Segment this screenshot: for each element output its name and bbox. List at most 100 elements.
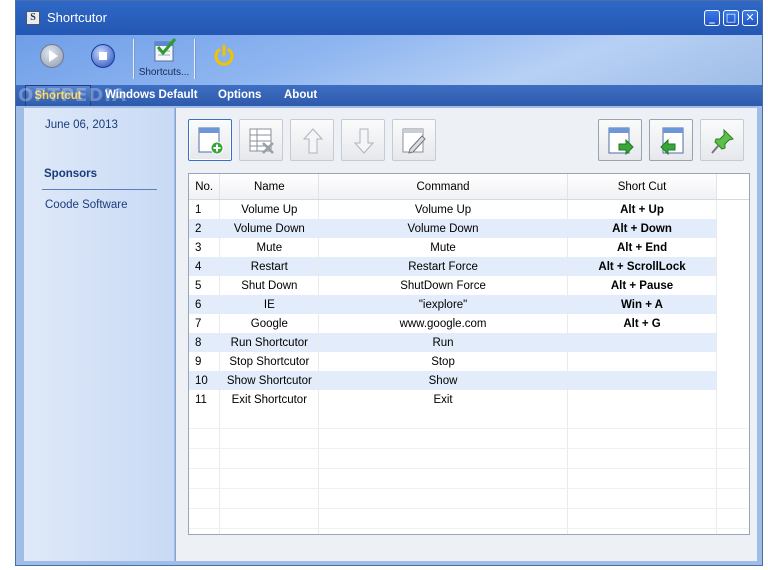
cell-shortcut [567, 352, 718, 371]
stop-button[interactable] [91, 44, 115, 68]
cell-name: Exit Shortcutor [219, 390, 320, 409]
cell-name: Shut Down [219, 276, 320, 295]
import-button[interactable] [649, 119, 693, 161]
empty-cell [189, 528, 221, 534]
move-up-icon [302, 128, 324, 154]
empty-cell [318, 488, 568, 509]
power-icon[interactable] [211, 43, 237, 69]
edit-icon [402, 128, 426, 154]
empty-cell [716, 409, 749, 429]
cell-shortcut: Alt + G [567, 314, 718, 333]
cell-name: Volume Up [219, 199, 320, 219]
cell-shortcut [567, 333, 718, 352]
empty-cell [567, 528, 718, 534]
add-shortcut-button[interactable] [188, 119, 232, 161]
cell-no: 2 [189, 219, 221, 238]
cell-filler [716, 352, 749, 371]
shortcuts-button[interactable]: Shortcuts... [136, 37, 192, 81]
cell-command: Run [318, 333, 568, 352]
empty-cell [567, 508, 718, 529]
cell-name: Run Shortcutor [219, 333, 320, 352]
delete-shortcut-button[interactable] [239, 119, 283, 161]
export-icon [608, 127, 634, 155]
table-row[interactable]: 3 Mute Mute Alt + End [189, 238, 749, 257]
empty-cell [716, 528, 749, 534]
column-header-no[interactable]: No. [189, 174, 221, 200]
empty-cell [219, 508, 320, 529]
cell-filler [716, 276, 749, 295]
move-down-button[interactable] [341, 119, 385, 161]
close-button[interactable]: ✕ [742, 10, 758, 26]
cell-command: Show [318, 371, 568, 390]
cell-filler [716, 333, 749, 352]
cell-filler [716, 314, 749, 333]
table-row[interactable]: 11 Exit Shortcutor Exit [189, 390, 749, 409]
play-icon [49, 50, 58, 62]
empty-cell [318, 428, 568, 449]
table-row[interactable]: 4 Restart Restart Force Alt + ScrollLock [189, 257, 749, 276]
empty-cell [716, 508, 749, 529]
cell-command: Volume Down [318, 219, 568, 238]
empty-cell [219, 528, 320, 534]
empty-cell [567, 488, 718, 509]
cell-no: 11 [189, 390, 221, 409]
move-up-button[interactable] [290, 119, 334, 161]
cell-no: 5 [189, 276, 221, 295]
toolbar-separator [194, 39, 195, 79]
table-row[interactable]: 1 Volume Up Volume Up Alt + Up [189, 199, 749, 219]
cell-shortcut [567, 371, 718, 390]
cell-command: Volume Up [318, 199, 568, 219]
title-bar[interactable]: S Shortcutor _ □ ✕ [16, 1, 762, 35]
cell-no: 7 [189, 314, 221, 333]
cell-shortcut: Alt + Pause [567, 276, 718, 295]
empty-cell [318, 468, 568, 489]
cell-filler [716, 257, 749, 276]
empty-row [189, 428, 749, 449]
empty-cell [567, 428, 718, 449]
column-header-command[interactable]: Command [318, 174, 568, 200]
table-row[interactable]: 6 IE "iexplore" Win + A [189, 295, 749, 314]
cell-no: 10 [189, 371, 221, 390]
empty-cell [716, 468, 749, 489]
edit-shortcut-button[interactable] [392, 119, 436, 161]
tab-about[interactable]: About [284, 85, 317, 106]
table-row[interactable]: 2 Volume Down Volume Down Alt + Down [189, 219, 749, 238]
cell-name: IE [219, 295, 320, 314]
add-icon [198, 127, 224, 155]
cell-shortcut: Win + A [567, 295, 718, 314]
minimize-button[interactable]: _ [704, 10, 720, 26]
table-row[interactable]: 9 Stop Shortcutor Stop [189, 352, 749, 371]
table-row[interactable]: 8 Run Shortcutor Run [189, 333, 749, 352]
delete-icon [249, 128, 274, 154]
tab-options[interactable]: Options [218, 85, 261, 106]
cell-filler [716, 199, 749, 219]
empty-cell [219, 488, 320, 509]
cell-filler [716, 219, 749, 238]
column-header-name[interactable]: Name [219, 174, 320, 200]
empty-cell [318, 409, 568, 429]
play-button[interactable] [40, 44, 64, 68]
cell-name: Show Shortcutor [219, 371, 320, 390]
cell-no: 4 [189, 257, 221, 276]
pin-button[interactable] [700, 119, 744, 161]
table-row[interactable]: 7 Google www.google.com Alt + G [189, 314, 749, 333]
sponsor-link[interactable]: Coode Software [45, 199, 127, 211]
toolbar-separator [133, 39, 134, 79]
empty-cell [189, 488, 221, 509]
table-row[interactable]: 10 Show Shortcutor Show [189, 371, 749, 390]
export-button[interactable] [598, 119, 642, 161]
stop-icon [99, 52, 107, 60]
shortcut-table[interactable]: No. Name Command Short Cut 1 Volume Up Vol… [188, 173, 750, 535]
maximize-button[interactable]: □ [723, 10, 739, 26]
main-panel: No. Name Command Short Cut 1 Volume Up Vol… [175, 108, 757, 561]
empty-row [189, 468, 749, 489]
table-row[interactable]: 5 Shut Down ShutDown Force Alt + Pause [189, 276, 749, 295]
column-header-shortcut[interactable]: Short Cut [567, 174, 718, 200]
import-icon [660, 127, 684, 155]
empty-cell [219, 428, 320, 449]
cell-filler [716, 390, 749, 409]
empty-cell [318, 448, 568, 469]
empty-cell [189, 468, 221, 489]
tab-bar: Shortcut Windows Default Options About [16, 85, 762, 106]
cell-command: ShutDown Force [318, 276, 568, 295]
